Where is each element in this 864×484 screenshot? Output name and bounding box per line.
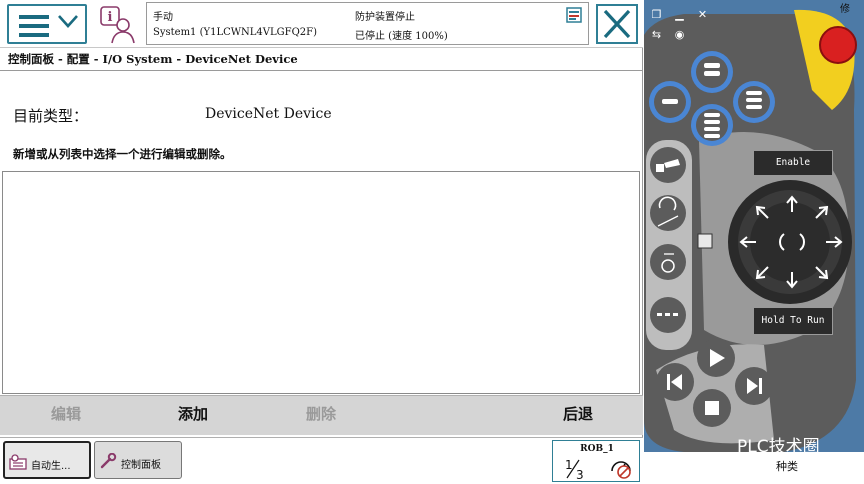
- system-name: System1 (Y1LCWNL4VLGFQ2F): [153, 27, 317, 38]
- info-user-icon[interactable]: i: [98, 5, 138, 45]
- toggle-motion-mode-button[interactable]: [650, 195, 686, 231]
- joystick[interactable]: [739, 195, 843, 289]
- robot-name: ROB_1: [580, 444, 614, 454]
- preset-button-2[interactable]: [649, 81, 691, 123]
- select-mechanical-unit-button[interactable]: [650, 147, 686, 183]
- svg-text:1: 1: [565, 458, 573, 472]
- watermark: PLC技术圈: [737, 437, 820, 457]
- delete-button[interactable]: 删除: [257, 396, 385, 436]
- auto-production-icon: [9, 454, 27, 470]
- corner-text: 修: [840, 4, 850, 15]
- status-box[interactable]: 手动 System1 (Y1LCWNL4VLGFQ2F) 防护装置停止 已停止 …: [146, 2, 589, 45]
- edit-button[interactable]: 编辑: [2, 396, 130, 436]
- step-backward-button[interactable]: [656, 363, 694, 401]
- close-button[interactable]: [596, 4, 638, 44]
- enable-button[interactable]: Enable: [753, 150, 833, 176]
- task-control-panel[interactable]: 控制面板: [94, 441, 182, 479]
- run-state: 已停止 (速度 100%): [355, 31, 448, 42]
- guard-status: 防护装置停止: [355, 12, 415, 23]
- preset-button-1[interactable]: [691, 51, 733, 93]
- virtual-pendant: ❐ ▁ ✕ ⇆ ◉ Enable Hold To Run PLC技术圈 修 种类: [644, 0, 864, 484]
- toggle-reorient-button[interactable]: [650, 244, 686, 280]
- top-bar: i 手动 System1 (Y1LCWNL4VLGFQ2F) 防护装置停止 已停…: [0, 0, 643, 48]
- stop-button[interactable]: [693, 389, 731, 427]
- svg-text:3: 3: [576, 468, 584, 480]
- start-button[interactable]: [697, 339, 735, 377]
- wrench-icon: [100, 453, 117, 469]
- menu-icon: [19, 15, 49, 42]
- breadcrumb: 控制面板 - 配置 - I/O System - DeviceNet Devic…: [8, 52, 298, 66]
- command-bar: 编辑 添加 删除 后退: [0, 395, 643, 435]
- step-forward-button[interactable]: [735, 367, 773, 405]
- type-label: 目前类型：: [13, 107, 89, 125]
- preset-button-4[interactable]: [691, 104, 733, 146]
- toggle-increment-button[interactable]: [650, 297, 686, 333]
- instruction-text: 新增或从列表中选择一个进行编辑或删除。: [13, 147, 232, 161]
- task-auto-production[interactable]: 自动生...: [3, 441, 91, 479]
- back-button[interactable]: 后退: [514, 396, 642, 436]
- svg-text:i: i: [108, 10, 113, 25]
- pendant-stylus: [697, 233, 713, 249]
- bottom-text: 种类: [776, 460, 798, 473]
- divider: [0, 70, 643, 71]
- chevron-down-icon: [58, 15, 78, 28]
- flexpendant-screen: i 手动 System1 (Y1LCWNL4VLGFQ2F) 防护装置停止 已停…: [0, 0, 643, 484]
- speed-icon: [611, 461, 631, 479]
- preset-button-3[interactable]: [733, 81, 775, 123]
- task-fraction: 1 3: [565, 458, 584, 480]
- event-log-icon[interactable]: [566, 7, 582, 23]
- hold-to-run-button[interactable]: Hold To Run: [753, 307, 833, 335]
- type-value: DeviceNet Device: [205, 106, 332, 122]
- instance-list[interactable]: [2, 171, 640, 394]
- operating-mode: 手动: [153, 12, 173, 23]
- task-auto-label: 自动生...: [31, 461, 71, 472]
- taskbar: 自动生... 控制面板 ROB_1 1 3: [0, 437, 643, 484]
- add-button[interactable]: 添加: [129, 396, 257, 436]
- abb-menu-button[interactable]: [7, 4, 87, 44]
- quickset-robot[interactable]: ROB_1 1 3: [552, 440, 640, 482]
- hardware-buttons: [644, 51, 864, 484]
- close-icon: [603, 9, 631, 39]
- task-control-panel-label: 控制面板: [121, 460, 161, 471]
